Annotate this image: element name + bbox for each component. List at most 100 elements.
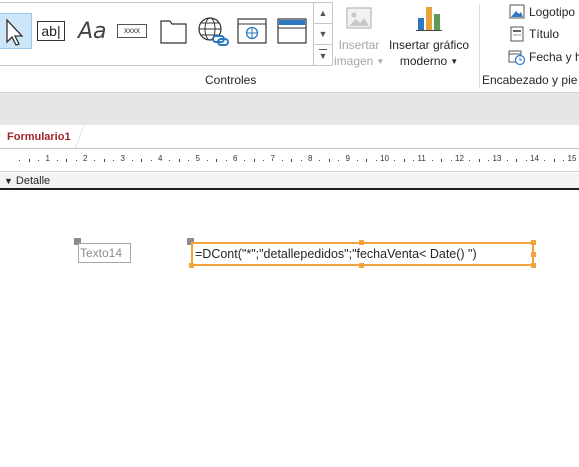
- ruler-dot: [38, 160, 40, 161]
- ruler-dot: [281, 160, 283, 161]
- gallery-more-button[interactable]: ▼: [314, 45, 332, 65]
- insert-chart-button[interactable]: Insertar gráfico moderno ▼: [388, 4, 470, 70]
- textbox-control-expression: =DCont("*";"detallepedidos";"fechaVenta<…: [195, 247, 477, 261]
- ruler-number: 11: [417, 154, 426, 163]
- dropdown-arrow-icon: ▼: [450, 57, 459, 66]
- insert-image-button[interactable]: Insertar imagen ▼: [334, 4, 384, 70]
- dropdown-arrow-icon: ▼: [376, 57, 385, 66]
- ruler-dot: [300, 160, 302, 161]
- section-arrow-icon: ▼: [4, 175, 13, 186]
- ruler-tick: [516, 159, 518, 162]
- ribbon: ab| Aa xxxx ▲ ▼ ▼ Controles Insertar ima…: [0, 0, 579, 93]
- ruler-tick: [478, 159, 480, 162]
- button-icon-text: xxxx: [124, 26, 140, 35]
- ruler-dot: [450, 160, 452, 161]
- ruler-dot: [56, 160, 58, 161]
- detail-section-label: Detalle: [15, 174, 51, 187]
- ruler-dot: [525, 160, 527, 161]
- ruler-dot: [506, 160, 508, 161]
- design-canvas[interactable]: [0, 191, 579, 467]
- ruler-dot: [113, 160, 115, 161]
- ruler-dot: [469, 160, 471, 161]
- ruler-dot: [244, 160, 246, 161]
- chevron-down-icon: ▼: [318, 29, 328, 39]
- image-icon: [346, 7, 372, 29]
- hyperlink-tool-button[interactable]: [196, 14, 230, 48]
- ruler-tick: [28, 159, 30, 162]
- logo-button[interactable]: Logotipo: [508, 3, 575, 21]
- ruler-number: 8: [308, 154, 313, 163]
- ruler-tick: [141, 159, 143, 162]
- ruler-dot: [225, 160, 227, 161]
- resize-handle-bottom-right[interactable]: [531, 263, 536, 268]
- button-icon: xxxx: [117, 24, 147, 38]
- ruler-tick: [253, 159, 255, 162]
- web-browser-icon: [237, 18, 267, 44]
- chevron-up-icon: ▲: [318, 8, 328, 18]
- ruler-number: 2: [83, 154, 88, 163]
- ruler-tick: [103, 159, 105, 162]
- label-icon-text: Aa: [78, 19, 107, 44]
- tab-control-tool-button[interactable]: [157, 14, 191, 48]
- datetime-button[interactable]: Fecha y ho: [508, 48, 579, 66]
- ruler-dot: [188, 160, 190, 161]
- resize-handle-bottom-middle[interactable]: [359, 263, 364, 268]
- ruler-tick: [403, 159, 405, 162]
- insert-chart-line2: moderno: [399, 54, 448, 68]
- document-tabstrip: [0, 125, 579, 149]
- gallery-scroll-down-button[interactable]: ▼: [314, 24, 332, 45]
- navigation-control-icon: [277, 18, 307, 44]
- ruler-number: 14: [530, 154, 539, 163]
- horizontal-ruler: 1 2 3 4 5 6 7 8 9 10 11 12 13 14 15: [0, 150, 579, 172]
- detail-section-bar[interactable]: ▼ Detalle: [0, 173, 579, 190]
- textbox-icon-text: ab|: [41, 23, 61, 39]
- ruler-dot: [131, 160, 133, 161]
- document-tab-label: Formulario1: [7, 130, 71, 143]
- ruler-dot: [431, 160, 433, 161]
- logo-icon: [509, 4, 525, 19]
- navigation-tool-button[interactable]: [275, 14, 309, 48]
- textbox-icon: ab|: [37, 21, 65, 41]
- ruler-dot: [544, 160, 546, 161]
- ruler-dot: [319, 160, 321, 161]
- textbox-tool-button[interactable]: ab|: [35, 14, 69, 48]
- ruler-number: 12: [455, 154, 464, 163]
- hyperlink-icon: [198, 17, 229, 46]
- ruler-tick: [328, 159, 330, 162]
- resize-handle-top-right[interactable]: [531, 240, 536, 245]
- ruler-dot: [206, 160, 208, 161]
- ruler-tick: [441, 159, 443, 162]
- title-icon: [510, 26, 524, 42]
- ruler-dot: [375, 160, 377, 161]
- calendar-clock-icon: [508, 50, 526, 66]
- button-tool-button[interactable]: xxxx: [116, 14, 150, 48]
- ruler-number: 13: [492, 154, 502, 163]
- ruler-dot: [19, 160, 21, 161]
- web-browser-tool-button[interactable]: [235, 14, 269, 48]
- ruler-number: 5: [195, 154, 200, 163]
- select-tool-button[interactable]: [0, 13, 32, 49]
- resize-handle-top-middle[interactable]: [359, 240, 364, 245]
- label-tool-button[interactable]: Aa: [76, 14, 110, 48]
- label-control[interactable]: Texto14: [78, 243, 131, 263]
- resize-handle-middle-right[interactable]: [531, 252, 536, 257]
- controls-group-label: Controles: [205, 73, 257, 87]
- title-button[interactable]: Título: [508, 25, 559, 43]
- ruler-tick: [66, 159, 68, 162]
- label-control-text: Texto14: [80, 246, 123, 260]
- ruler-number: 7: [270, 154, 275, 163]
- document-tab[interactable]: Formulario1: [0, 125, 84, 148]
- logo-label: Logotipo: [529, 5, 576, 19]
- gallery-scroll-up-button[interactable]: ▲: [314, 3, 332, 24]
- ruler-number: 4: [158, 154, 163, 163]
- more-icon: ▼: [318, 49, 328, 61]
- ruler-tick: [178, 159, 180, 162]
- resize-handle-bottom-left[interactable]: [189, 263, 194, 268]
- ruler-number: 3: [120, 154, 125, 163]
- select-arrow-icon: [6, 18, 24, 46]
- ruler-number: 6: [233, 154, 238, 163]
- ruler-dot: [356, 160, 358, 161]
- ribbon-bottom-band: [0, 93, 579, 125]
- title-label: Título: [529, 27, 560, 41]
- ruler-number: 1: [45, 154, 50, 163]
